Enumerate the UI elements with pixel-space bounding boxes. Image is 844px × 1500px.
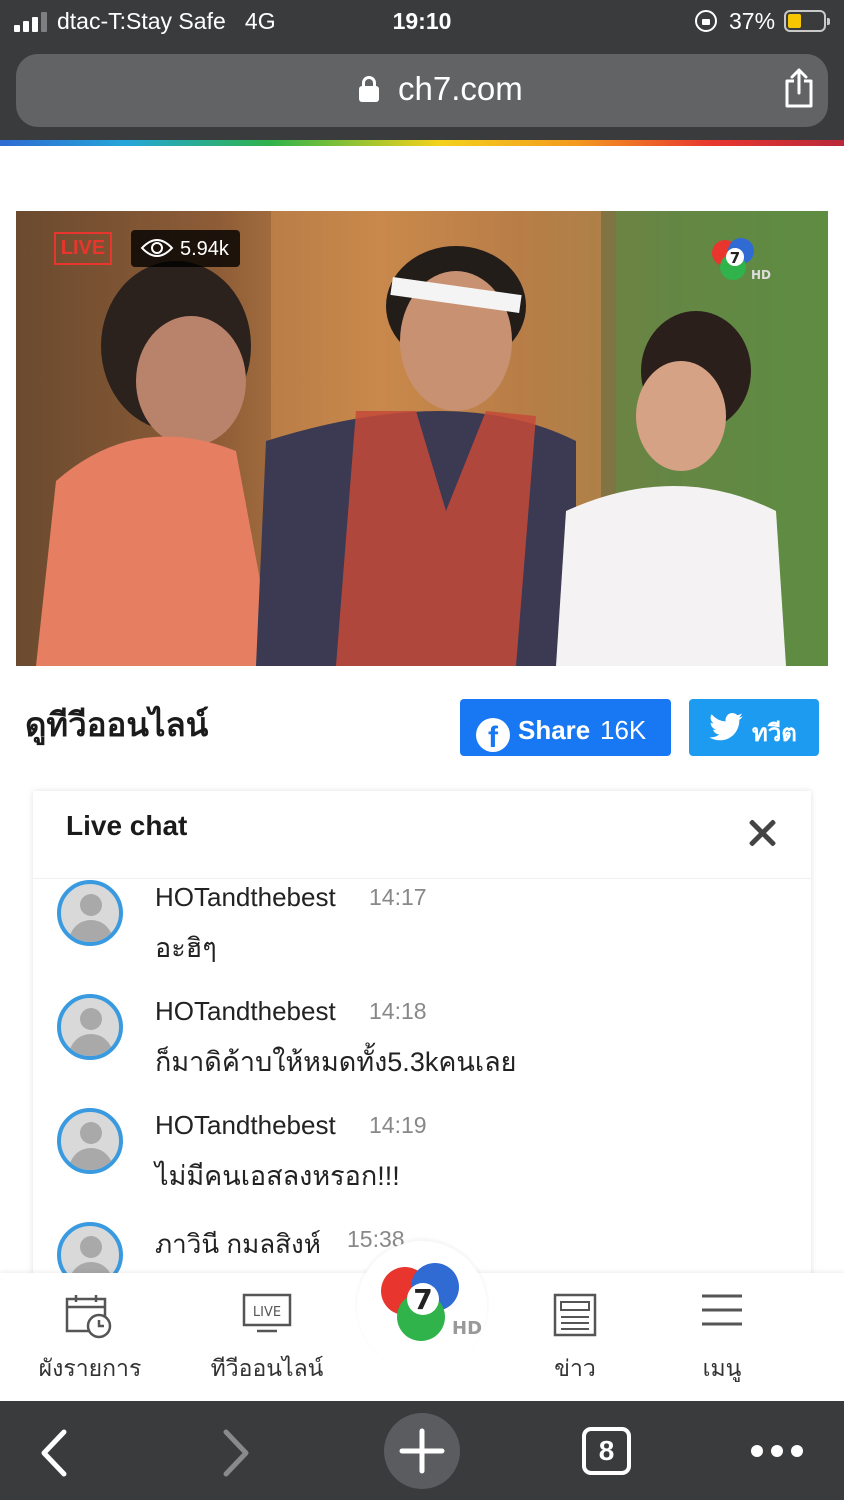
- lock-icon: [359, 76, 379, 102]
- more-dots-icon[interactable]: [749, 1443, 805, 1459]
- battery-percentage: 37%: [729, 8, 776, 34]
- nav-label-news: ข่าว: [554, 1355, 596, 1381]
- chat-time: 14:18: [369, 998, 427, 1024]
- battery-icon: [784, 10, 830, 32]
- chat-message: HOTandthebest 14:19 ไม่มีคนเอสลงหรอก!!!: [33, 1108, 811, 1222]
- ch7-hd-logo-icon: 7 HD: [381, 1263, 482, 1341]
- address-bar[interactable]: ch7.com: [16, 54, 828, 127]
- url-text: ch7.com: [398, 70, 523, 107]
- tweet-label: ทวีต: [752, 720, 797, 747]
- live-video-player[interactable]: LIVE 5.94k 7 HD: [16, 211, 828, 666]
- nav-label-schedule: ผังรายการ: [38, 1355, 142, 1381]
- svg-text:7: 7: [413, 1283, 432, 1316]
- svg-text:7: 7: [730, 249, 740, 267]
- rotation-lock-icon: [695, 10, 717, 32]
- brand-color-strip: [0, 140, 844, 146]
- facebook-share-label: Share: [518, 715, 591, 745]
- back-chevron-icon[interactable]: [38, 1429, 70, 1477]
- browser-top-chrome: dtac-T:Stay Safe 4G 19:10 37% ch7.com: [0, 0, 844, 140]
- ch7-hd-logo: 7 HD: [712, 238, 771, 282]
- chat-time: 14:17: [369, 884, 427, 910]
- eye-icon: [140, 239, 174, 257]
- ch7-home-button[interactable]: 7 HD: [357, 1241, 487, 1371]
- twitter-bird-icon: [709, 713, 743, 741]
- nav-item-menu[interactable]: เมนู: [652, 1273, 792, 1401]
- live-chat-panel: Live chat HOTandthebest 14:17 อะฮิๆ HOTa…: [33, 791, 811, 1291]
- chat-text: ก็มาดิค้าบให้หมดทั้ง5.3kคนเลย: [155, 1047, 517, 1077]
- status-time: 19:10: [392, 8, 452, 34]
- chat-text: ไม่มีคนเอสลงหรอก!!!: [155, 1161, 400, 1191]
- close-icon[interactable]: [747, 818, 777, 848]
- live-tv-icon: LIVE: [242, 1293, 292, 1333]
- share-icon[interactable]: [782, 67, 816, 109]
- nav-item-schedule[interactable]: ผังรายการ: [20, 1273, 160, 1401]
- status-bar: dtac-T:Stay Safe 4G 19:10 37%: [0, 0, 844, 44]
- viewer-count-pill: 5.94k: [131, 230, 240, 267]
- nav-label-menu: เมนู: [702, 1355, 742, 1381]
- live-tv-icon-text: LIVE: [253, 1305, 281, 1320]
- svg-text:HD: HD: [751, 268, 771, 282]
- browser-bottom-toolbar: 8: [0, 1401, 844, 1500]
- chat-text: อะฮิๆ: [155, 933, 217, 963]
- video-frame-scene: [36, 211, 828, 666]
- avatar: [57, 1108, 123, 1174]
- tabs-count-button[interactable]: 8: [582, 1427, 631, 1475]
- facebook-icon: f: [476, 718, 510, 752]
- nav-item-news[interactable]: ข่าว: [505, 1273, 645, 1401]
- forward-chevron-icon[interactable]: [220, 1429, 252, 1477]
- chat-username: HOTandthebest: [155, 1110, 336, 1140]
- avatar: [57, 880, 123, 946]
- live-chat-title: Live chat: [66, 810, 188, 841]
- chat-username: ภาวินี กมลสิงห์: [155, 1229, 321, 1259]
- viewer-count: 5.94k: [180, 238, 229, 260]
- svg-text:HD: HD: [452, 1318, 482, 1339]
- news-icon: [553, 1293, 597, 1337]
- chat-username: HOTandthebest: [155, 996, 336, 1026]
- nav-label-live-tv: ทีวีออนไลน์: [210, 1355, 324, 1381]
- schedule-icon: [65, 1295, 112, 1339]
- live-badge: LIVE: [54, 232, 112, 265]
- page-title: ดูทีวีออนไลน์: [25, 706, 209, 743]
- facebook-share-button[interactable]: f Share 16K: [460, 699, 671, 756]
- facebook-share-count: 16K: [600, 715, 647, 745]
- chat-message: HOTandthebest 14:17 อะฮิๆ: [33, 880, 811, 994]
- menu-icon: [702, 1294, 742, 1326]
- new-tab-plus-icon[interactable]: [383, 1412, 461, 1490]
- chat-message: HOTandthebest 14:18 ก็มาดิค้าบให้หมดทั้ง…: [33, 994, 811, 1108]
- chat-username: HOTandthebest: [155, 882, 336, 912]
- chat-time: 14:19: [369, 1112, 427, 1138]
- avatar: [57, 994, 123, 1060]
- twitter-tweet-button[interactable]: ทวีต: [689, 699, 819, 756]
- nav-item-live-tv[interactable]: LIVE ทีวีออนไลน์: [197, 1273, 337, 1401]
- screen: { "status_bar": { "carrier": "dtac-T:Sta…: [0, 0, 844, 1500]
- live-chat-header: Live chat: [33, 791, 811, 879]
